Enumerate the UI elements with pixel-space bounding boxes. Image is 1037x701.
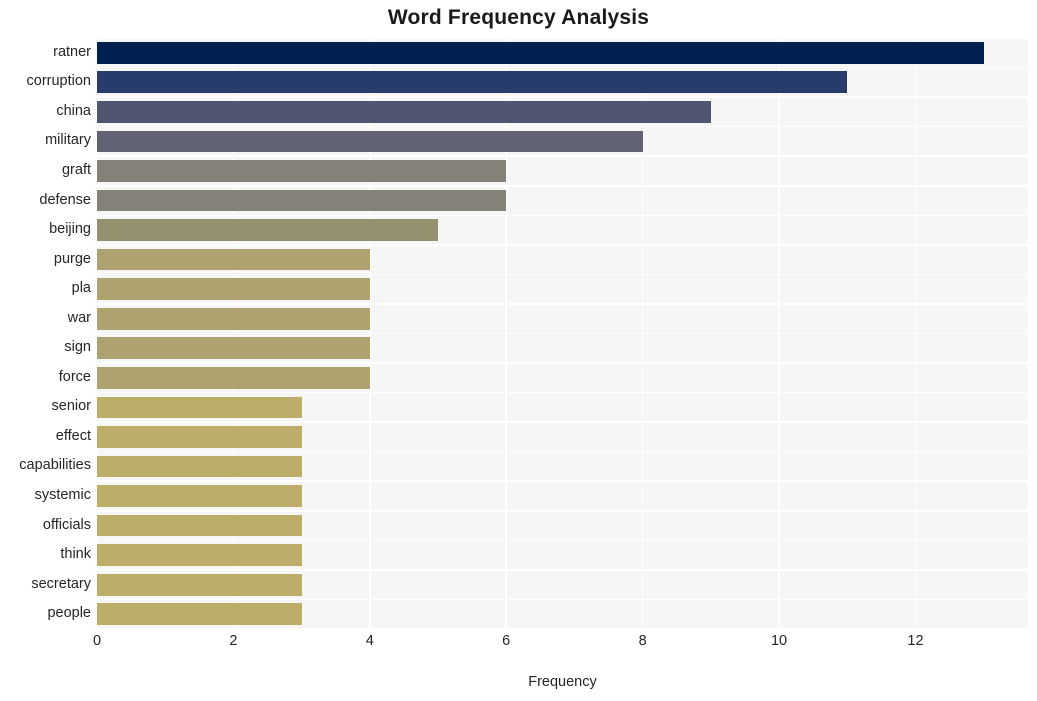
x-axis-tick-labels: 0 2 4 6 8 10 12: [93, 633, 1028, 659]
bar-senior[interactable]: [97, 396, 302, 419]
bar-beijing[interactable]: [97, 219, 439, 241]
y-tick-label-pla: pla: [71, 280, 91, 297]
bar-purge[interactable]: [97, 248, 370, 271]
y-tick-label-think: think: [60, 546, 91, 563]
y-tick-label-secretary: secretary: [31, 575, 91, 592]
bar-systemic[interactable]: [97, 485, 302, 507]
x-tick-label-12: 12: [907, 633, 924, 649]
bar-officials[interactable]: [97, 514, 302, 537]
bar-secretary[interactable]: [97, 573, 302, 596]
y-tick-label-war: war: [67, 309, 91, 326]
x-tick-label-4: 4: [365, 633, 374, 649]
bar-capabilities[interactable]: [97, 455, 302, 478]
chart-title: Word Frequency Analysis: [387, 6, 650, 29]
x-tick-label-2: 2: [229, 633, 238, 649]
bar-graft[interactable]: [97, 160, 507, 182]
bar-corruption[interactable]: [97, 71, 848, 94]
y-tick-label-china: china: [56, 102, 91, 119]
x-tick-label-6: 6: [502, 633, 511, 649]
y-tick-label-systemic: systemic: [34, 487, 91, 504]
bar-military[interactable]: [97, 130, 643, 153]
plot-area: [96, 37, 1028, 630]
y-tick-label-senior: senior: [51, 398, 92, 415]
y-tick-label-effect: effect: [55, 427, 91, 444]
y-tick-label-military: military: [45, 132, 91, 149]
y-tick-label-purge: purge: [53, 250, 91, 267]
bar-people[interactable]: [97, 603, 302, 626]
bars-layer: [97, 38, 1028, 629]
y-tick-label-graft: graft: [61, 161, 91, 178]
y-tick-label-defense: defense: [39, 191, 91, 208]
y-tick-label-sign: sign: [64, 339, 91, 356]
bar-war[interactable]: [97, 307, 370, 330]
y-axis-tick-labels: ratner corruption china military graft defens…: [0, 38, 91, 629]
bar-ratner[interactable]: [97, 41, 984, 64]
bar-china[interactable]: [97, 101, 711, 123]
y-tick-label-force: force: [58, 368, 91, 385]
bar-think[interactable]: [97, 544, 302, 566]
y-tick-label-capabilities: capabilities: [19, 457, 91, 474]
bar-sign[interactable]: [97, 337, 370, 360]
bar-pla[interactable]: [97, 278, 370, 301]
bar-effect[interactable]: [97, 426, 302, 448]
y-tick-label-ratner: ratner: [53, 43, 91, 60]
x-tick-label-8: 8: [638, 633, 647, 649]
bar-defense[interactable]: [97, 189, 507, 212]
x-axis-label: Frequency: [528, 674, 597, 690]
y-tick-label-beijing: beijing: [49, 221, 91, 238]
x-tick-label-10: 10: [770, 633, 788, 649]
y-tick-label-people: people: [47, 605, 91, 622]
y-tick-label-officials: officials: [42, 516, 91, 533]
word-frequency-chart-figure: Word Frequency Analysis ratner corruption…: [0, 0, 1037, 701]
y-tick-label-corruption: corruption: [26, 73, 91, 90]
bar-force[interactable]: [97, 366, 370, 389]
x-tick-label-0: 0: [92, 633, 102, 649]
